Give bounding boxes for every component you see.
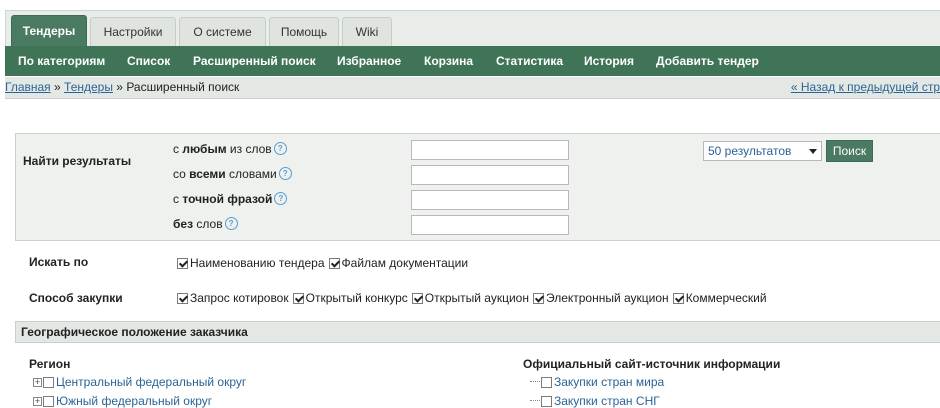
breadcrumb-tenders-link[interactable]: Тендеры: [64, 80, 113, 94]
search-by-name-option[interactable]: Наименованию тендера: [177, 256, 325, 270]
option-label: Наименованию тендера: [190, 256, 325, 270]
menu-item-favorites[interactable]: Избранное: [337, 46, 401, 76]
breadcrumb-separator: »: [112, 80, 127, 94]
any-words-input[interactable]: [411, 140, 569, 160]
menu-item-by-category[interactable]: По категориям: [18, 46, 105, 76]
checkbox[interactable]: [328, 257, 340, 269]
label-prefix: с: [173, 192, 183, 206]
search-button[interactable]: Поиск: [826, 140, 873, 162]
tab-about[interactable]: О системе: [179, 17, 266, 46]
search-by-options: Наименованию тендера Файлам документации: [177, 256, 472, 270]
label-bold: любым: [182, 142, 227, 156]
label-suffix: слов: [193, 217, 223, 231]
option-label: Файлам документации: [341, 256, 469, 270]
source-title: Официальный сайт-источник информации: [523, 357, 781, 371]
breadcrumb-separator: »: [50, 80, 65, 94]
breadcrumb: Главная » Тендеры » Расширенный поиск « …: [5, 77, 940, 99]
option-label: Электронный аукцион: [545, 291, 669, 305]
procurement-e-auction-option[interactable]: Электронный аукцион: [532, 291, 669, 305]
main-menu: По категориям Список Расширенный поиск И…: [5, 46, 940, 76]
label-suffix: словами: [225, 167, 277, 181]
tree-connector: [530, 381, 540, 383]
label-bold: без: [173, 217, 194, 231]
without-words-input[interactable]: [411, 215, 569, 235]
checkbox[interactable]: [292, 292, 304, 304]
without-words-label: без слов?: [173, 217, 238, 231]
search-by-label: Искать по: [29, 255, 89, 269]
expand-icon[interactable]: +: [33, 377, 42, 387]
option-label: Открытый аукцион: [424, 291, 529, 305]
procurement-method-label: Способ закупки: [29, 291, 123, 305]
region-item[interactable]: + Южный федеральный округ: [33, 394, 212, 408]
checkbox[interactable]: [411, 292, 423, 304]
results-count-select[interactable]: 50 результатов: [703, 141, 822, 161]
region-title: Регион: [29, 357, 71, 371]
tab-settings[interactable]: Настройки: [90, 17, 176, 46]
procurement-open-contest-option[interactable]: Открытый конкурс: [292, 291, 408, 305]
find-results-label: Найти результаты: [23, 154, 132, 168]
checkbox[interactable]: [177, 257, 188, 269]
breadcrumb-current: Расширенный поиск: [126, 80, 240, 94]
tab-wiki[interactable]: Wiki: [342, 17, 392, 46]
search-by-docs-option[interactable]: Файлам документации: [328, 256, 469, 270]
source-label[interactable]: Закупки стран мира: [554, 375, 664, 389]
checkbox[interactable]: [541, 376, 552, 388]
label-prefix: с: [173, 142, 183, 156]
checkbox[interactable]: [43, 395, 54, 407]
procurement-quote-option[interactable]: Запрос котировок: [177, 291, 289, 305]
checkbox[interactable]: [43, 376, 54, 388]
help-icon[interactable]: ?: [273, 142, 287, 155]
label-bold: точной фразой: [182, 192, 273, 206]
region-label[interactable]: Южный федеральный округ: [56, 394, 212, 408]
chevron-down-icon: [809, 149, 817, 154]
region-label[interactable]: Центральный федеральный округ: [56, 375, 246, 389]
menu-item-history[interactable]: История: [584, 46, 634, 76]
option-label: Запрос котировок: [190, 291, 289, 305]
option-label: Открытый конкурс: [305, 291, 408, 305]
procurement-options: Запрос котировок Открытый конкурс Открыт…: [177, 291, 771, 305]
expand-icon[interactable]: +: [33, 396, 42, 406]
procurement-commercial-option[interactable]: Коммерческий: [672, 291, 767, 305]
exact-phrase-label: с точной фразой?: [173, 192, 288, 206]
menu-item-statistics[interactable]: Статистика: [496, 46, 563, 76]
label-bold: всеми: [189, 167, 226, 181]
back-link[interactable]: « Назад к предыдущей стр: [791, 77, 940, 98]
menu-item-list[interactable]: Список: [127, 46, 170, 76]
any-words-label: с любым из слов?: [173, 142, 287, 156]
region-item[interactable]: + Центральный федеральный округ: [33, 375, 246, 389]
menu-item-add-tender[interactable]: Добавить тендер: [656, 46, 759, 76]
procurement-open-auction-option[interactable]: Открытый аукцион: [411, 291, 529, 305]
tree-connector: [530, 400, 540, 402]
help-icon[interactable]: ?: [278, 167, 292, 180]
tab-tenders[interactable]: Тендеры: [11, 15, 87, 46]
checkbox[interactable]: [541, 395, 552, 407]
top-tab-bar: Тендеры Настройки О системе Помощь Wiki: [0, 0, 940, 47]
source-item[interactable]: Закупки стран мира: [530, 375, 664, 389]
all-words-input[interactable]: [411, 165, 569, 185]
help-icon[interactable]: ?: [274, 192, 288, 205]
checkbox[interactable]: [672, 292, 684, 304]
source-item[interactable]: Закупки стран СНГ: [530, 394, 660, 408]
help-icon[interactable]: ?: [224, 217, 238, 230]
checkbox[interactable]: [177, 292, 188, 304]
menu-item-cart[interactable]: Корзина: [424, 46, 473, 76]
checkbox[interactable]: [532, 292, 544, 304]
geo-section-header: Географическое положение заказчика: [15, 321, 940, 343]
breadcrumb-home-link[interactable]: Главная: [5, 80, 51, 94]
tab-help[interactable]: Помощь: [269, 17, 339, 46]
option-label: Коммерческий: [685, 291, 767, 305]
menu-item-advanced-search[interactable]: Расширенный поиск: [193, 46, 316, 76]
label-suffix: из слов: [226, 142, 272, 156]
exact-phrase-input[interactable]: [411, 190, 569, 210]
all-words-label: со всеми словами?: [173, 167, 292, 181]
label-prefix: со: [173, 167, 190, 181]
results-count-value: 50 результатов: [708, 144, 792, 158]
source-label[interactable]: Закупки стран СНГ: [554, 394, 660, 408]
